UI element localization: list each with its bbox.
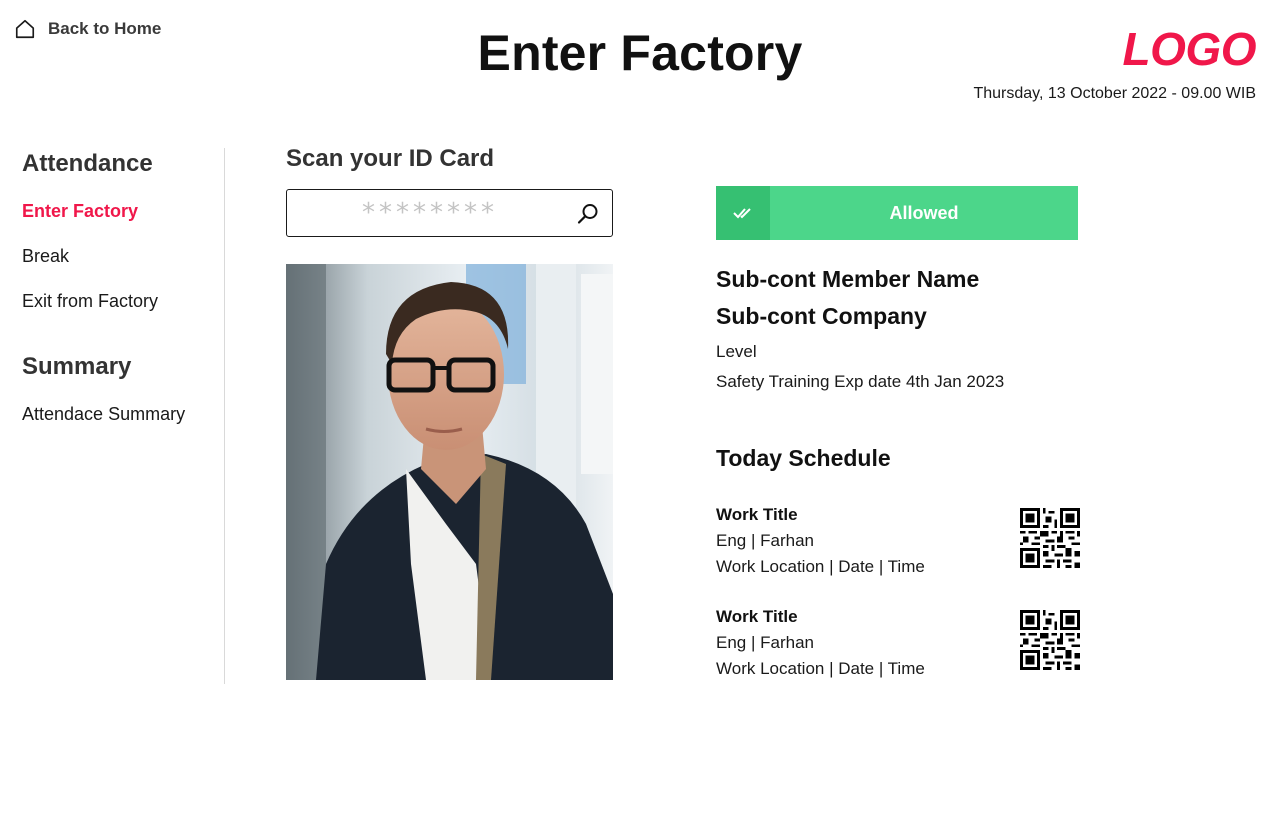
member-photo: [286, 264, 613, 680]
sidebar-item-exit-from-factory[interactable]: Exit from Factory: [22, 291, 158, 312]
status-label: Allowed: [889, 202, 959, 223]
sidebar-item-break[interactable]: Break: [22, 246, 69, 267]
current-datetime: Thursday, 13 October 2022 - 09.00 WIB: [973, 85, 1256, 102]
member-name: Sub-cont Member Name: [716, 266, 980, 292]
double-check-icon: [733, 208, 751, 219]
status-check: [716, 186, 770, 240]
logo: LOGO: [1122, 23, 1257, 75]
id-card-scan-field: [286, 189, 613, 237]
id-card-input[interactable]: [295, 190, 565, 235]
sidebar-item-attendance-summary[interactable]: Attendace Summary: [22, 404, 185, 425]
member-company: Sub-cont Company: [716, 303, 927, 329]
member-level: Level: [716, 342, 757, 361]
page: Back to Home Enter Factory LOGO Thursday…: [0, 0, 1280, 832]
sidebar-item-enter-factory[interactable]: Enter Factory: [22, 201, 138, 222]
schedule-title: Today Schedule: [716, 445, 891, 471]
sidebar-section-summary: Summary: [22, 353, 132, 380]
member-portrait-image: [286, 264, 613, 680]
status-bar: Allowed: [716, 186, 1078, 240]
schedule-item: Work Title Eng | Farhan Work Location | …: [716, 604, 1080, 678]
qr-code-icon[interactable]: [1020, 610, 1080, 670]
scan-title: Scan your ID Card: [286, 145, 495, 172]
schedule-item: Work Title Eng | Farhan Work Location | …: [716, 502, 1080, 576]
sidebar: Attendance Enter Factory Break Exit from…: [0, 148, 225, 684]
page-title: Enter Factory: [477, 25, 803, 81]
qr-code-icon[interactable]: [1020, 508, 1080, 568]
safety-training-expiry: Safety Training Exp date 4th Jan 2023: [716, 372, 1005, 391]
search-icon[interactable]: [576, 202, 600, 226]
sidebar-section-attendance: Attendance: [22, 150, 153, 177]
